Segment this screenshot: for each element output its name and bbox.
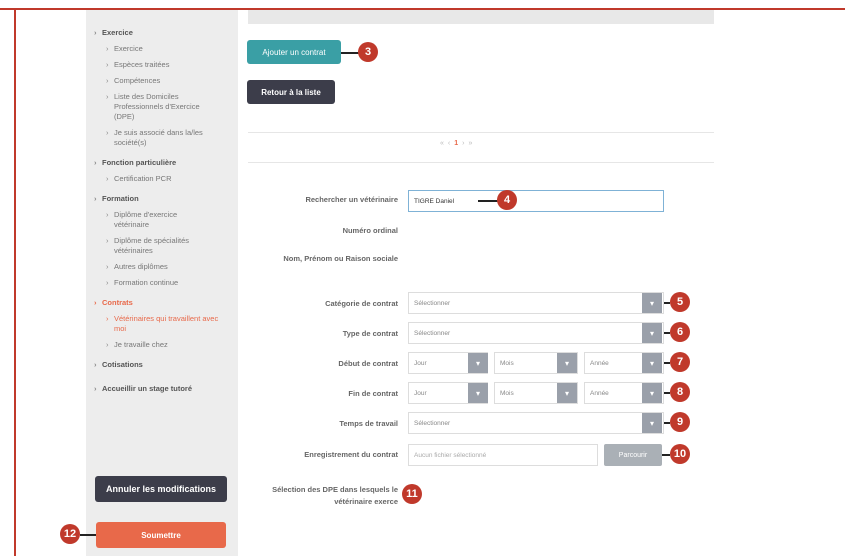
sidebar: › Exercice › Exercice › Espèces traitées › C…	[86, 10, 238, 556]
type-select[interactable]: Sélectionner	[408, 322, 664, 344]
chevron-down-icon[interactable]: ▾	[468, 353, 488, 373]
soumettre-button[interactable]: Soumettre	[96, 522, 226, 548]
chevron-right-icon: ›	[94, 384, 97, 393]
chevron-down-icon[interactable]: ▾	[642, 353, 662, 373]
annuler-button[interactable]: Annuler les modifications	[95, 476, 227, 502]
callout-badge-6: 6	[670, 322, 690, 342]
callout-badge-9: 9	[670, 412, 690, 432]
enregistrement-label: Enregistrement du contrat	[304, 450, 398, 459]
temps-select[interactable]: Sélectionner	[408, 412, 664, 434]
nom-prenom-label: Nom, Prénom ou Raison sociale	[283, 254, 398, 263]
debut-label: Début de contrat	[338, 359, 398, 368]
categorie-select[interactable]: Sélectionner	[408, 292, 664, 314]
chevron-down-icon[interactable]: ▾	[557, 383, 577, 403]
sidebar-nav: › Exercice › Exercice › Espèces traitées › C…	[94, 28, 234, 394]
sidebar-item-autres-diplomes[interactable]: › Autres diplômes	[94, 262, 234, 272]
rechercher-input[interactable]: TIGRE Daniel	[408, 190, 664, 212]
divider	[248, 162, 714, 163]
chevron-right-icon: ›	[106, 340, 109, 349]
chevron-right-icon: ›	[94, 360, 97, 369]
sidebar-section-formation[interactable]: › Formation	[94, 194, 234, 204]
divider	[248, 132, 714, 133]
chevron-down-icon[interactable]: ▾	[557, 353, 577, 373]
rechercher-label: Rechercher un vétérinaire	[305, 195, 398, 204]
chevron-right-icon: ›	[106, 278, 109, 287]
sidebar-section-contrats[interactable]: › Contrats	[94, 298, 234, 308]
fichier-input[interactable]: Aucun fichier sélectionné	[408, 444, 598, 466]
callout-badge-3: 3	[358, 42, 378, 62]
chevron-right-icon: ›	[106, 314, 109, 323]
sidebar-item-pcr[interactable]: › Certification PCR	[94, 174, 234, 184]
sidebar-section-cotisations[interactable]: › Cotisations	[94, 360, 234, 370]
chevron-right-icon: ›	[106, 60, 109, 69]
pager-current[interactable]: 1	[454, 140, 462, 147]
callout-line	[80, 534, 96, 536]
numero-ordinal-label: Numéro ordinal	[342, 226, 398, 235]
sidebar-item-formation-continue[interactable]: › Formation continue	[94, 278, 234, 288]
pager-last[interactable]: »	[469, 140, 477, 147]
callout-badge-12: 12	[60, 524, 80, 544]
ajouter-contrat-button[interactable]: Ajouter un contrat	[247, 40, 341, 64]
sidebar-item-diplome-specialites[interactable]: › Diplôme de spécialités vétérinaires	[94, 236, 234, 256]
chevron-right-icon: ›	[106, 44, 109, 53]
chevron-right-icon: ›	[106, 236, 109, 245]
sidebar-item-exercice[interactable]: › Exercice	[94, 44, 234, 54]
callout-badge-8: 8	[670, 382, 690, 402]
chevron-right-icon: ›	[94, 28, 97, 37]
chevron-right-icon: ›	[106, 210, 109, 219]
sidebar-item-je-travaille-chez[interactable]: › Je travaille chez	[94, 340, 234, 350]
chevron-right-icon: ›	[106, 128, 109, 137]
sidebar-item-associe[interactable]: › Je suis associé dans la/les société(s)	[94, 128, 234, 148]
sidebar-section-exercice[interactable]: › Exercice	[94, 28, 234, 38]
sidebar-item-dpe[interactable]: › Liste des Domiciles Professionnels d'Ex…	[94, 92, 234, 122]
chevron-right-icon: ›	[106, 174, 109, 183]
sidebar-item-veterinaires-avec-moi[interactable]: › Vétérinaires qui travaillent avec moi	[94, 314, 234, 334]
chevron-down-icon[interactable]: ▾	[642, 383, 662, 403]
chevron-down-icon[interactable]: ▾	[468, 383, 488, 403]
categorie-label: Catégorie de contrat	[325, 299, 398, 308]
chevron-right-icon: ›	[106, 76, 109, 85]
type-label: Type de contrat	[342, 329, 398, 338]
callout-line	[478, 200, 498, 202]
sidebar-section-stage[interactable]: › Accueillir un stage tutoré	[94, 384, 234, 394]
sidebar-item-diplome-exercice[interactable]: › Diplôme d'exercice vétérinaire	[94, 210, 234, 230]
top-bar	[248, 10, 714, 24]
sidebar-item-especes[interactable]: › Espèces traitées	[94, 60, 234, 70]
callout-badge-7: 7	[670, 352, 690, 372]
sidebar-section-fonction[interactable]: › Fonction particulière	[94, 158, 234, 168]
chevron-right-icon: ›	[106, 262, 109, 271]
chevron-down-icon[interactable]: ▾	[642, 323, 662, 343]
frame-border-left	[14, 8, 16, 556]
chevron-right-icon: ›	[94, 158, 97, 167]
retour-liste-button[interactable]: Retour à la liste	[247, 80, 335, 104]
callout-badge-10: 10	[670, 444, 690, 464]
chevron-right-icon: ›	[106, 92, 109, 101]
chevron-down-icon[interactable]: ▾	[642, 413, 662, 433]
selection-dpe-label: Sélection des DPE dans lesquels le vétér…	[272, 485, 398, 506]
pager-first[interactable]: «	[440, 140, 448, 147]
fin-label: Fin de contrat	[348, 389, 398, 398]
callout-badge-4: 4	[497, 190, 517, 210]
sidebar-item-competences[interactable]: › Compétences	[94, 76, 234, 86]
callout-badge-11: 11	[402, 484, 422, 504]
callout-line	[662, 454, 670, 456]
callout-line	[341, 52, 359, 54]
callout-badge-5: 5	[670, 292, 690, 312]
chevron-right-icon: ›	[94, 194, 97, 203]
parcourir-button[interactable]: Parcourir	[604, 444, 662, 466]
chevron-down-icon[interactable]: ▾	[642, 293, 662, 313]
chevron-right-icon: ›	[94, 298, 97, 307]
temps-label: Temps de travail	[339, 419, 398, 428]
pagination: «‹1›»	[440, 140, 476, 147]
